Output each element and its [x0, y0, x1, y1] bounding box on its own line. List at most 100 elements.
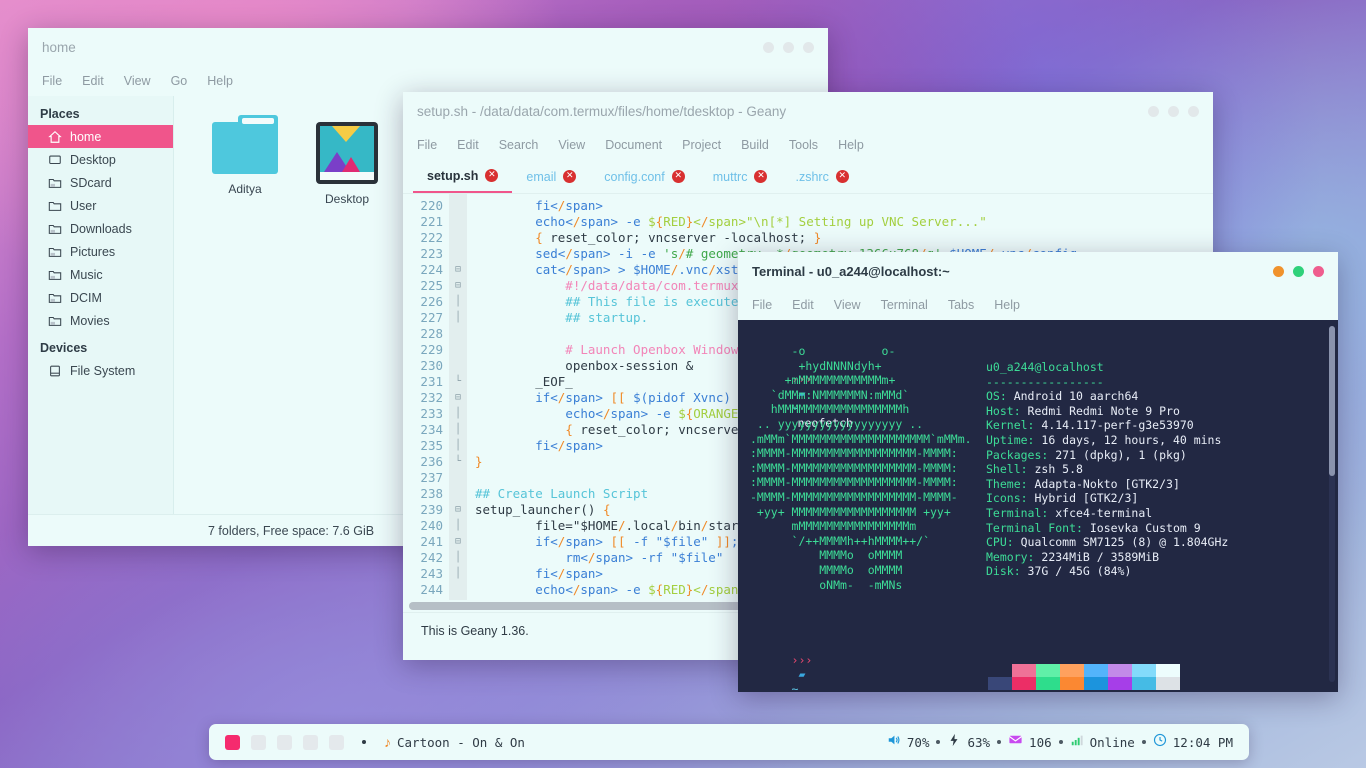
menu-edit[interactable]: Edit — [457, 138, 479, 152]
line-number: 236 — [420, 454, 443, 469]
folder-icon — [48, 199, 62, 213]
menu-tabs[interactable]: Tabs — [948, 298, 974, 312]
workspace-button-2[interactable] — [251, 734, 266, 750]
sidebar-item-desktop[interactable]: Desktop — [28, 148, 173, 171]
code-line: fi</span> — [535, 198, 603, 213]
taskbar-panel[interactable]: ♪ Cartoon - On & On 70% 63% 106 Online 1… — [209, 724, 1249, 760]
menu-build[interactable]: Build — [741, 138, 769, 152]
separator-dot — [997, 740, 1002, 744]
neofetch-row: Memory: 2234MiB / 3589MiB — [986, 550, 1228, 565]
maximize-button[interactable] — [1168, 105, 1179, 117]
sidebar-item-home[interactable]: home — [28, 125, 173, 148]
file-manager-sidebar[interactable]: Places home Desktop SDcard User Download… — [28, 96, 174, 514]
workspace-button-1[interactable] — [225, 734, 240, 750]
menu-file[interactable]: File — [752, 298, 772, 312]
close-icon[interactable]: ✕ — [563, 170, 577, 183]
menu-edit[interactable]: Edit — [82, 74, 104, 88]
menu-document[interactable]: Document — [605, 138, 662, 152]
neofetch-value: Android 10 aarch64 — [1013, 389, 1139, 404]
terminal-scrollbar[interactable] — [1329, 326, 1335, 682]
workspace-button-4[interactable] — [303, 734, 318, 750]
neofetch-value: xfce4-terminal — [1055, 505, 1153, 520]
code-folding-margin[interactable]: ⊟ ⊟ │ │ └ ⊟ │ │ │ └ ⊟ │ ⊟ │ │ — [449, 194, 467, 600]
menu-help[interactable]: Help — [207, 74, 233, 88]
neofetch-ascii-logo: -o o- +hydNNNNdyh+ +mMMMMMMMMMMMMm+ `dMM… — [750, 344, 972, 592]
close-button[interactable] — [1188, 105, 1199, 117]
menu-tools[interactable]: Tools — [789, 138, 818, 152]
panel-right-section[interactable]: 70% 63% 106 Online 12:04 PM — [887, 732, 1233, 752]
sidebar-item-user[interactable]: User — [28, 194, 173, 217]
picture-icon — [316, 122, 378, 184]
battery-widget[interactable]: 63% — [947, 733, 990, 752]
menu-file[interactable]: File — [417, 138, 437, 152]
menu-help[interactable]: Help — [994, 298, 1020, 312]
close-icon[interactable]: ✕ — [835, 170, 849, 183]
geany-menubar[interactable]: File Edit Search View Document Project B… — [403, 130, 1213, 160]
terminal-window[interactable]: Terminal - u0_a244@localhost:~ File Edit… — [738, 252, 1338, 692]
menu-terminal[interactable]: Terminal — [881, 298, 928, 312]
menu-go[interactable]: Go — [171, 74, 188, 88]
menu-search[interactable]: Search — [499, 138, 539, 152]
menu-edit[interactable]: Edit — [792, 298, 814, 312]
file-item-aditya[interactable]: Aditya — [208, 115, 282, 206]
devices-header: Devices — [40, 341, 88, 355]
neofetch-key: Terminal: — [986, 505, 1056, 520]
menu-view[interactable]: View — [834, 298, 861, 312]
terminal-output-area[interactable]: ››› ▰ ~ neofetch -o o- +hydNNNNdyh+ +mMM… — [738, 320, 1338, 692]
mail-widget[interactable]: 106 — [1008, 732, 1052, 752]
status-text: 7 folders, Free space: 7.6 GiB — [208, 523, 375, 538]
workspace-button-3[interactable] — [277, 734, 292, 750]
sidebar-item-file-system[interactable]: File System — [28, 359, 173, 382]
maximize-button[interactable] — [1293, 265, 1304, 277]
sidebar-item-music[interactable]: Music — [28, 263, 173, 286]
menu-view[interactable]: View — [124, 74, 151, 88]
sidebar-item-downloads[interactable]: Downloads — [28, 217, 173, 240]
menu-help[interactable]: Help — [838, 138, 864, 152]
minimize-button[interactable] — [1148, 105, 1159, 117]
terminal-window-controls[interactable] — [1273, 265, 1324, 277]
neofetch-key: Uptime: — [986, 432, 1042, 447]
close-button[interactable] — [803, 41, 814, 53]
palette-swatch — [1036, 664, 1060, 677]
sidebar-label: File System — [70, 363, 136, 378]
workspace-button-5[interactable] — [329, 734, 344, 750]
now-playing-widget[interactable]: ♪ Cartoon - On & On — [384, 734, 525, 750]
sidebar-label: Downloads — [70, 221, 132, 236]
file-manager-window-controls[interactable] — [763, 41, 814, 53]
maximize-button[interactable] — [783, 41, 794, 53]
sidebar-item-sdcard[interactable]: SDcard — [28, 171, 173, 194]
terminal-menubar[interactable]: File Edit View Terminal Tabs Help — [738, 290, 1338, 320]
tab-muttrc[interactable]: muttrc ✕ — [699, 160, 782, 193]
menu-file[interactable]: File — [42, 74, 62, 88]
minimize-button[interactable] — [1273, 265, 1284, 277]
tab-config-conf[interactable]: config.conf ✕ — [590, 160, 698, 193]
network-label: Online — [1089, 734, 1135, 750]
close-button[interactable] — [1313, 265, 1324, 277]
close-icon[interactable]: ✕ — [485, 169, 499, 182]
menu-view[interactable]: View — [558, 138, 585, 152]
tab-setup-sh[interactable]: setup.sh ✕ — [413, 160, 513, 193]
network-widget[interactable]: Online — [1070, 733, 1135, 752]
close-icon[interactable]: ✕ — [754, 170, 768, 183]
line-number: 221 — [420, 214, 443, 229]
file-item-desktop[interactable]: Desktop — [310, 122, 384, 206]
sidebar-item-dcim[interactable]: DCIM — [28, 286, 173, 309]
volume-widget[interactable]: 70% — [887, 733, 929, 752]
close-icon[interactable]: ✕ — [671, 170, 685, 183]
panel-left-section[interactable]: ♪ Cartoon - On & On — [225, 734, 525, 750]
sidebar-item-movies[interactable]: Movies — [28, 309, 173, 332]
line-number: 244 — [420, 582, 443, 597]
geany-window-controls[interactable] — [1148, 105, 1199, 117]
tab-email[interactable]: email ✕ — [512, 160, 590, 193]
geany-tabbar[interactable]: setup.sh ✕ email ✕ config.conf ✕ muttrc … — [403, 160, 1213, 194]
line-number: 223 — [420, 246, 443, 261]
tab-zshrc[interactable]: .zshrc ✕ — [781, 160, 862, 193]
clock-widget[interactable]: 12:04 PM — [1153, 733, 1233, 752]
terminal-input-line[interactable]: ››› ▰ ~ — [750, 638, 813, 692]
geany-titlebar[interactable]: setup.sh - /data/data/com.termux/files/h… — [403, 92, 1213, 130]
sidebar-item-pictures[interactable]: Pictures — [28, 240, 173, 263]
file-manager-titlebar[interactable]: home — [28, 28, 828, 66]
terminal-titlebar[interactable]: Terminal - u0_a244@localhost:~ — [738, 252, 1338, 290]
minimize-button[interactable] — [763, 41, 774, 53]
menu-project[interactable]: Project — [682, 138, 721, 152]
